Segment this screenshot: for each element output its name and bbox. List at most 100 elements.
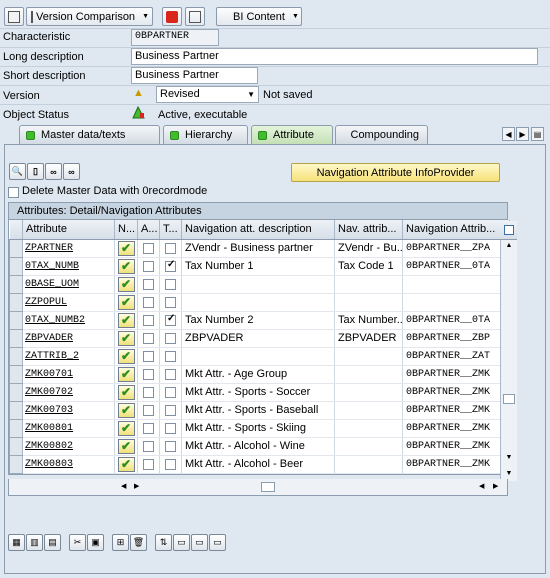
table-row[interactable]: ZMK00801 ✔ Mkt Attr. - Sports - Skiing 0BPA… <box>9 418 510 438</box>
column-settings-button[interactable] <box>501 221 517 240</box>
navigation-description-cell[interactable]: Mkt Attr. - Alcohol - Wine <box>181 437 335 456</box>
attribute-cell[interactable]: ZMK00803 <box>22 455 115 474</box>
navigation-description-cell[interactable]: ZBPVADER <box>181 329 335 348</box>
table-row[interactable]: ZMK00803 ✔ Mkt Attr. - Alcohol - Beer 0BPAR… <box>9 454 510 474</box>
row-selector[interactable] <box>9 274 23 294</box>
authorization-checkbox[interactable] <box>143 422 154 434</box>
attribute-cell[interactable]: ZZPOPUL <box>22 293 115 312</box>
attribute-cell[interactable]: 0TAX_NUMB2 <box>22 311 115 330</box>
table-row[interactable]: ZPARTNER ✔ ZVendr - Business partner ZVendr… <box>9 238 510 258</box>
select-all-button[interactable]: ▦ <box>8 534 25 551</box>
text-checkbox[interactable] <box>165 458 176 470</box>
authorization-checkbox[interactable] <box>143 440 154 452</box>
navigation-on-off-icon[interactable]: ✔ <box>117 294 135 310</box>
text-checkbox[interactable] <box>165 259 176 272</box>
col-n[interactable]: N... <box>114 220 138 240</box>
navigation-on-off-icon[interactable]: ✔ <box>117 312 135 328</box>
nav-attrib-cell[interactable] <box>334 365 403 384</box>
text-checkbox[interactable] <box>165 422 176 434</box>
table-row[interactable]: 0TAX_NUMB✔ Tax Number 1Tax Code 10BPARTNE… <box>9 256 510 276</box>
navigation-description-cell[interactable] <box>181 347 335 366</box>
attribute-cell[interactable]: ZMK00802 <box>22 437 115 456</box>
navigation-description-cell[interactable]: Mkt Attr. - Alcohol - Beer <box>181 455 335 474</box>
authorization-checkbox[interactable] <box>143 350 154 362</box>
navigation-on-off-icon[interactable]: ✔ <box>117 456 135 472</box>
insert-row-button[interactable]: ⊞ <box>112 534 129 551</box>
long-description-field[interactable]: Business Partner <box>131 48 538 65</box>
navigation-description-cell[interactable]: Mkt Attr. - Age Group <box>181 365 335 384</box>
nav-attrib-cell[interactable] <box>334 437 403 456</box>
authorization-checkbox[interactable] <box>143 314 154 326</box>
find-button[interactable]: ∞ <box>45 163 62 180</box>
navigation-description-cell[interactable]: Mkt Attr. - Sports - Skiing <box>181 419 335 438</box>
nav-attrib-cell[interactable] <box>334 275 403 294</box>
col-t[interactable]: T... <box>159 220 182 240</box>
row-selector[interactable] <box>9 436 23 456</box>
navigation-description-cell[interactable]: Mkt Attr. - Sports - Baseball <box>181 401 335 420</box>
authorization-checkbox[interactable] <box>143 458 154 470</box>
table-row[interactable]: ZMK00702 ✔ Mkt Attr. - Sports - Soccer 0BPA… <box>9 382 510 402</box>
scroll-down-icon[interactable]: ▼ <box>501 454 517 461</box>
attribute-cell[interactable]: ZMK00703 <box>22 401 115 420</box>
other-object-button[interactable] <box>4 7 24 26</box>
text-checkbox[interactable] <box>165 296 176 308</box>
version-comparison-button[interactable]: Version Comparison ▼ <box>26 7 153 26</box>
bi-content-button[interactable]: BI Content ▼ <box>216 7 302 26</box>
tab-list-button[interactable]: ▤ <box>531 127 544 141</box>
nav-attrib-cell[interactable]: ZVendr - Bu... <box>334 239 403 258</box>
detail-button[interactable]: ▭ <box>191 534 208 551</box>
horizontal-scroll-thumb[interactable] <box>261 482 275 492</box>
deselect-all-button[interactable]: ▤ <box>44 534 61 551</box>
nav-attrib-cell[interactable] <box>334 455 403 474</box>
attribute-cell[interactable]: ZMK00702 <box>22 383 115 402</box>
scroll-up-icon[interactable]: ▲ <box>501 242 517 249</box>
authorization-checkbox[interactable] <box>143 278 154 290</box>
col-navigation-attrib-name[interactable]: Navigation Attrib... <box>402 220 510 240</box>
authorization-checkbox[interactable] <box>143 260 154 272</box>
vertical-scroll-thumb[interactable] <box>503 394 515 404</box>
table-row[interactable]: 0BASE_UOM ✔ <box>9 274 510 294</box>
nav-attrib-cell[interactable]: Tax Number... <box>334 311 403 330</box>
tab-hierarchy[interactable]: Hierarchy <box>163 125 248 144</box>
table-row[interactable]: ZBPVADER ✔ ZBPVADER ZBPVADER 0BPARTNER__ZBP <box>9 328 510 348</box>
version-select[interactable]: Revised ▼ <box>156 86 259 103</box>
attribute-cell[interactable]: 0BASE_UOM <box>22 275 115 294</box>
scroll-left-icon[interactable]: ◀ <box>121 482 126 490</box>
navigation-description-cell[interactable]: Mkt Attr. - Sports - Soccer <box>181 383 335 402</box>
attribute-cell[interactable]: ZMK00801 <box>22 419 115 438</box>
row-selector[interactable] <box>9 400 23 420</box>
horizontal-scrollbar[interactable]: ◀ ▶ ◀ ▶ <box>8 479 508 496</box>
select-block-button[interactable]: ▥ <box>26 534 43 551</box>
detail-view-button[interactable]: 🔍 <box>9 163 26 180</box>
row-selector[interactable] <box>9 364 23 384</box>
row-selector[interactable] <box>9 346 23 366</box>
col-navigation-description[interactable]: Navigation att. description <box>181 220 335 240</box>
navigation-on-off-icon[interactable]: ✔ <box>117 276 135 292</box>
navigation-attribute-infoprovider-button[interactable]: Navigation Attribute InfoProvider <box>291 163 500 182</box>
navigation-on-off-icon[interactable]: ✔ <box>117 240 135 256</box>
row-selector[interactable] <box>9 418 23 438</box>
text-checkbox[interactable] <box>165 404 176 416</box>
table-row[interactable]: 0TAX_NUMB2✔ Tax Number 2Tax Number...0BPA… <box>9 310 510 330</box>
short-description-field[interactable]: Business Partner <box>131 67 258 84</box>
table-row[interactable]: ZMK00802 ✔ Mkt Attr. - Alcohol - Wine 0BPAR… <box>9 436 510 456</box>
navigation-on-off-icon[interactable]: ✔ <box>117 438 135 454</box>
tab-compounding[interactable]: Compounding <box>335 125 428 144</box>
nav-attrib-cell[interactable] <box>334 293 403 312</box>
nav-attrib-cell[interactable] <box>334 419 403 438</box>
tab-attribute[interactable]: Attribute <box>251 125 333 144</box>
attribute-cell[interactable]: ZMK00701 <box>22 365 115 384</box>
table-row[interactable]: ZATTRIB_2 ✔ 0BPARTNER__ZAT <box>9 346 510 366</box>
transport-button[interactable] <box>162 7 182 26</box>
row-selector[interactable] <box>9 328 23 348</box>
navigation-on-off-icon[interactable]: ✔ <box>117 330 135 346</box>
row-selector[interactable] <box>9 310 23 330</box>
scroll-right-icon[interactable]: ▶ <box>134 482 139 490</box>
row-selector[interactable] <box>9 454 23 474</box>
attribute-cell[interactable]: ZATTRIB_2 <box>22 347 115 366</box>
navigation-description-cell[interactable] <box>181 293 335 312</box>
navigation-description-cell[interactable]: ZVendr - Business partner <box>181 239 335 258</box>
text-checkbox[interactable] <box>165 313 176 326</box>
col-nav-attrib[interactable]: Nav. attrib... <box>334 220 403 240</box>
navigation-on-off-icon[interactable]: ✔ <box>117 420 135 436</box>
